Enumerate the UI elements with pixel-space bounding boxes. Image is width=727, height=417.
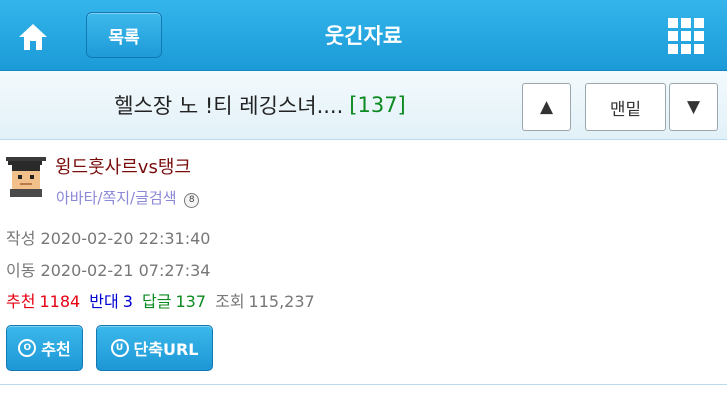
avatar[interactable]	[6, 155, 46, 197]
recommend-icon: O	[18, 339, 37, 357]
list-button[interactable]: 목록	[86, 12, 162, 58]
post-stats: 추천 1184 반대 3 답글 137 조회 115,237	[6, 288, 319, 312]
post-title[interactable]: 헬스장 노 !티 레깅스녀.... [137]	[0, 71, 520, 139]
oppose-count: 3	[122, 292, 133, 311]
written-date: 작성 2020-02-20 22:31:40	[6, 225, 210, 249]
recommend-button[interactable]: O 추천	[6, 325, 83, 371]
moved-label: 이동	[6, 261, 36, 280]
view-label: 조회	[215, 292, 245, 311]
grid-menu-icon[interactable]	[668, 18, 704, 54]
reply-count-stat: 137	[175, 292, 206, 311]
short-url-button-label: 단축URL	[133, 340, 199, 359]
short-url-icon: U	[110, 339, 129, 357]
author-nickname[interactable]: 윙드훗사르vs탱크	[55, 153, 191, 179]
recommend-button-label: 추천	[41, 340, 71, 359]
reply-count: [137]	[349, 93, 406, 117]
scroll-up-button[interactable]: ▲	[522, 83, 571, 131]
view-count: 115,237	[248, 292, 315, 311]
author-links[interactable]: 아바타/쪽지/글검색 8	[56, 187, 200, 208]
post-title-text: 헬스장 노 !티 레깅스녀....	[114, 94, 344, 118]
scroll-down-button[interactable]: ▼	[669, 83, 718, 131]
divider	[0, 384, 727, 385]
moved-value: 2020-02-21 07:27:34	[40, 261, 211, 280]
recommend-count: 1184	[39, 292, 81, 311]
post-title-bar: 헬스장 노 !티 레깅스녀.... [137] ▲ 맨밑 ▼	[0, 71, 727, 140]
author-links-text: 아바타/쪽지/글검색	[56, 189, 177, 207]
home-icon[interactable]	[16, 20, 50, 54]
recommend-label: 추천	[6, 292, 36, 311]
scroll-bottom-button[interactable]: 맨밑	[585, 83, 666, 131]
oppose-label: 반대	[89, 292, 119, 311]
level-badge-icon: 8	[184, 193, 200, 208]
written-label: 작성	[6, 229, 36, 248]
reply-label: 답글	[142, 292, 172, 311]
moved-date: 이동 2020-02-21 07:27:34	[6, 257, 210, 281]
written-value: 2020-02-20 22:31:40	[40, 229, 211, 248]
top-bar: 목록 웃긴자료	[0, 0, 727, 71]
short-url-button[interactable]: U 단축URL	[96, 325, 213, 371]
